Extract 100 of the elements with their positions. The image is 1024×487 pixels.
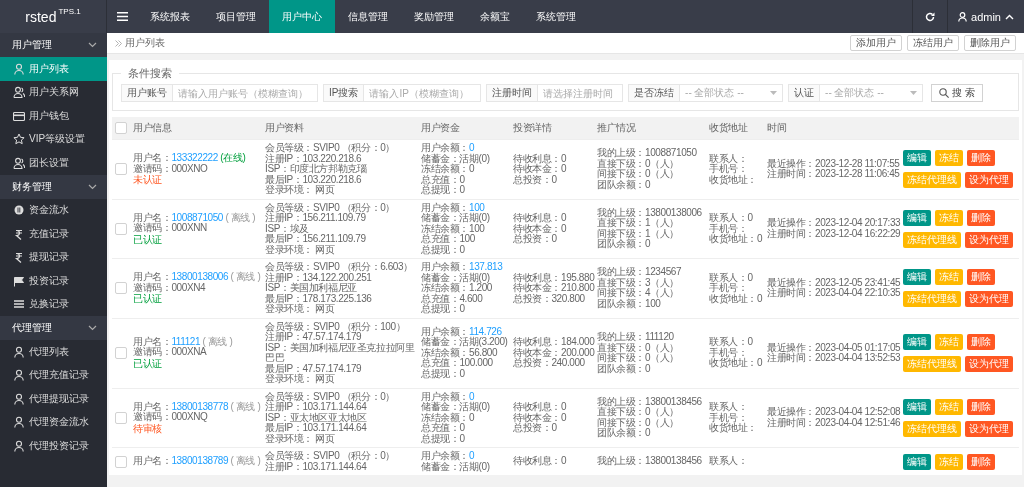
action-button[interactable]: 设为代理 [965, 356, 1013, 372]
header-button[interactable]: 添加用户 [850, 35, 902, 51]
action-button[interactable]: 删除 [967, 209, 995, 226]
profile-text: 最后IP：103.220.218.6 [265, 174, 362, 185]
nav-tab[interactable]: 奖励管理 [401, 0, 467, 33]
nav-tab[interactable]: 信息管理 [335, 0, 401, 33]
nav-tab[interactable]: 项目管理 [203, 0, 269, 33]
nav-tab[interactable]: 余额宝 [467, 0, 523, 33]
sidebar-item[interactable]: 代理充值记录 [0, 363, 107, 387]
username-link[interactable]: 13800138778 [171, 400, 229, 412]
username-link[interactable]: 13800138006 [171, 271, 229, 282]
input-field[interactable]: 请输入IP（模糊查询） [363, 84, 482, 102]
action-button[interactable]: 删除 [967, 150, 995, 167]
profile-text: 最后IP：178.173.225.136 [265, 293, 373, 304]
username-link[interactable]: 111121 [171, 335, 201, 347]
select-field[interactable]: -- 全部状态 -- [819, 84, 924, 102]
action-button[interactable]: 编辑 [903, 269, 931, 286]
username-link[interactable]: 13800138789 [171, 455, 229, 467]
header-button[interactable]: 冻结用户 [907, 35, 959, 51]
action-button[interactable]: 删除 [967, 334, 995, 350]
balance-link[interactable]: 0 [469, 390, 475, 402]
sidebar-item[interactable]: 充值记录 [0, 222, 107, 246]
sidebar-item[interactable]: 提现记录 [0, 245, 107, 269]
sidebar-item[interactable]: 用户关系网 [0, 80, 107, 104]
profile-text: 注册IP：156.211.109.79 [265, 213, 366, 224]
action-button[interactable]: 设为代理 [965, 420, 1013, 437]
investment-text: 待收利息：0 [513, 153, 568, 164]
sidebar-item[interactable]: 代理提现记录 [0, 387, 107, 411]
sidebar-item[interactable]: 用户列表 [0, 57, 107, 81]
profile-text: ISP：印度北方邦勒克瑙 [265, 164, 368, 175]
referral-text: 直接下级：0（人） [597, 407, 680, 418]
action-button[interactable]: 删除 [967, 269, 995, 286]
field-label: IP搜索 [323, 84, 364, 102]
address-text: 收货地址： [709, 174, 758, 185]
person-icon [13, 416, 25, 429]
balance-link[interactable]: 137.813 [469, 261, 503, 272]
profile-text: 登录环境： 网页 [265, 244, 336, 255]
action-button[interactable]: 删除 [967, 398, 995, 415]
auth-status-text: 待审核 [133, 423, 162, 434]
referral-text: 间接下级：0（人） [597, 417, 680, 429]
people-icon [13, 156, 25, 169]
input-field[interactable]: 请输入用户账号（模糊查询） [172, 84, 318, 102]
balance-text: 用户余额：0 [421, 391, 475, 402]
sidebar-item[interactable]: 代理资金流水 [0, 410, 107, 434]
nav-tab[interactable]: 用户中心 [269, 0, 335, 33]
address-text: 手机号： [709, 164, 749, 175]
sidebar-group-header[interactable]: 代理管理 [0, 316, 107, 340]
menu-icon[interactable] [116, 12, 128, 21]
checkbox[interactable] [115, 122, 127, 134]
sidebar-item[interactable]: 团长设置 [0, 151, 107, 175]
header-button[interactable]: 删除用户 [964, 35, 1016, 51]
person-icon [13, 392, 25, 405]
profile-text: 登录环境： 网页 [265, 185, 336, 196]
referral-text: 间接下级：0（人） [597, 169, 680, 180]
nav-tab[interactable]: 系统管理 [523, 0, 589, 33]
sidebar-item[interactable]: 兑换记录 [0, 292, 107, 316]
checkbox[interactable] [115, 163, 127, 176]
column-header: 投资详情 [510, 117, 594, 140]
search-button[interactable]: 搜 索 [931, 84, 983, 102]
sidebar-item[interactable]: 资金流水 [0, 198, 107, 222]
sidebar-item[interactable]: VIP等级设置 [0, 127, 107, 151]
balance-link[interactable]: 114.726 [469, 325, 502, 337]
profile-text: 注册IP：134.122.200.251 [265, 272, 373, 283]
sidebar-item[interactable]: 代理列表 [0, 340, 107, 364]
checkbox[interactable] [115, 282, 127, 295]
checkbox[interactable] [115, 455, 127, 468]
action-button[interactable]: 编辑 [903, 150, 931, 167]
action-button[interactable]: 编辑 [903, 334, 931, 350]
input-field[interactable]: 请选择注册时间 [537, 84, 624, 102]
sidebar-item[interactable]: 投资记录 [0, 269, 107, 293]
action-button[interactable]: 删除 [967, 453, 995, 470]
profile-text: 会员等级：SVIP0 （积分：0） [265, 202, 396, 213]
investment-text: 总投资：0 [513, 174, 558, 185]
profile-text: 注册IP：103.171.144.64 [265, 461, 367, 472]
action-button[interactable]: 设为代理 [965, 231, 1013, 248]
action-button[interactable]: 设为代理 [965, 291, 1013, 308]
sidebar-group-header[interactable]: 用户管理 [0, 33, 107, 57]
username-link[interactable]: 133322222 [171, 152, 218, 163]
sidebar-group-header[interactable]: 财务管理 [0, 174, 107, 199]
sidebar-item[interactable]: 代理投资记录 [0, 434, 107, 458]
action-button[interactable]: 编辑 [903, 209, 931, 226]
profile-text: 会员等级：SVIP0 （积分：0） [265, 143, 396, 154]
balance-link[interactable]: 100 [469, 201, 485, 213]
balance-link[interactable]: 0 [469, 142, 475, 153]
refresh-icon[interactable] [925, 11, 936, 22]
action-button[interactable]: 编辑 [903, 398, 931, 415]
username-link[interactable]: 1008871050 [171, 211, 224, 223]
action-button[interactable]: 设为代理 [965, 172, 1013, 189]
sidebar-item[interactable]: 用户钱包 [0, 104, 107, 128]
balance-link[interactable]: 0 [469, 450, 475, 461]
select-field[interactable]: -- 全部状态 -- [679, 84, 784, 102]
nav-tab[interactable]: 系统报表 [137, 0, 203, 33]
referral-text: 直接下级：0（人） [597, 342, 680, 353]
checkbox[interactable] [115, 411, 127, 424]
referral-text: 间接下级：1（人） [597, 228, 680, 240]
investment-text: 待收本金：0 [513, 164, 568, 174]
checkbox[interactable] [115, 347, 127, 359]
funds-text: 冻结余额：56.800 [421, 347, 498, 359]
checkbox[interactable] [115, 222, 127, 235]
action-button[interactable]: 编辑 [903, 453, 931, 470]
